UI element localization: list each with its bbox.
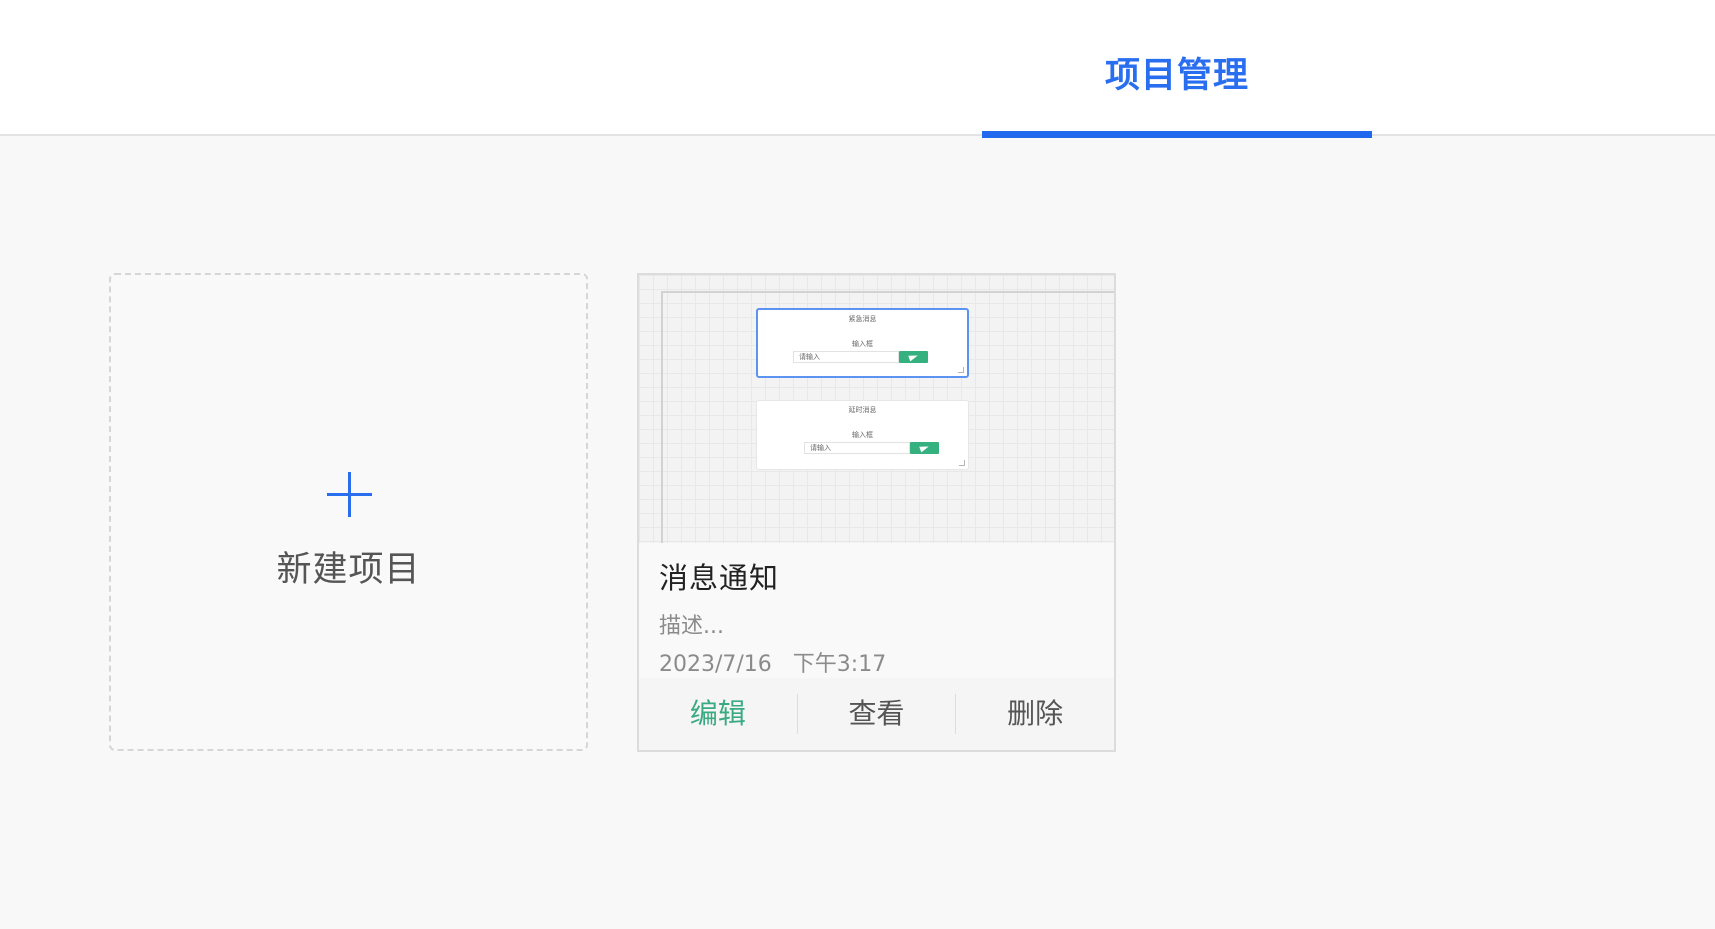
project-timestamp: 2023/7/16 下午3:17 bbox=[659, 646, 886, 678]
new-project-card[interactable]: 新建项目 bbox=[109, 273, 588, 751]
resize-handle-icon bbox=[958, 367, 964, 373]
project-time: 下午3:17 bbox=[792, 652, 887, 677]
resize-handle-icon bbox=[959, 460, 965, 466]
thumbnail-panel-title: 延时消息 bbox=[848, 406, 877, 414]
tab-label: 项目管理 bbox=[1104, 56, 1249, 96]
thumbnail-send-button bbox=[899, 351, 928, 363]
project-title: 消息通知 bbox=[659, 561, 780, 595]
project-description: 描述... bbox=[659, 614, 724, 639]
project-thumbnail[interactable]: 紧急消息 输入框 请输入 延时消息 输入框 请输入 bbox=[639, 275, 1114, 543]
tab-project-management[interactable]: 项目管理 bbox=[982, 0, 1372, 138]
thumbnail-input-label: 输入框 bbox=[852, 340, 873, 348]
thumbnail-panel-delayed: 延时消息 输入框 请输入 bbox=[756, 400, 969, 470]
edit-button[interactable]: 编辑 bbox=[639, 694, 797, 734]
project-date: 2023/7/16 bbox=[659, 652, 772, 677]
top-header: 项目管理 bbox=[0, 0, 1715, 138]
thumbnail-input-label: 输入框 bbox=[852, 431, 873, 439]
thumbnail-input: 请输入 bbox=[804, 442, 910, 454]
thumbnail-panel-title: 紧急消息 bbox=[848, 315, 877, 323]
project-card: 紧急消息 输入框 请输入 延时消息 输入框 请输入 消息通知 描述... 202… bbox=[637, 273, 1116, 752]
active-tab-indicator bbox=[982, 131, 1372, 138]
delete-button[interactable]: 删除 bbox=[956, 694, 1114, 734]
new-project-label: 新建项目 bbox=[276, 550, 421, 590]
project-actions: 编辑 查看 删除 bbox=[639, 678, 1114, 750]
view-button[interactable]: 查看 bbox=[798, 694, 956, 734]
thumbnail-panel-urgent: 紧急消息 输入框 请输入 bbox=[756, 308, 969, 378]
thumbnail-send-button bbox=[910, 442, 939, 454]
thumbnail-input: 请输入 bbox=[793, 351, 899, 363]
send-icon bbox=[919, 443, 930, 453]
send-icon bbox=[908, 352, 919, 362]
plus-icon bbox=[327, 472, 372, 517]
